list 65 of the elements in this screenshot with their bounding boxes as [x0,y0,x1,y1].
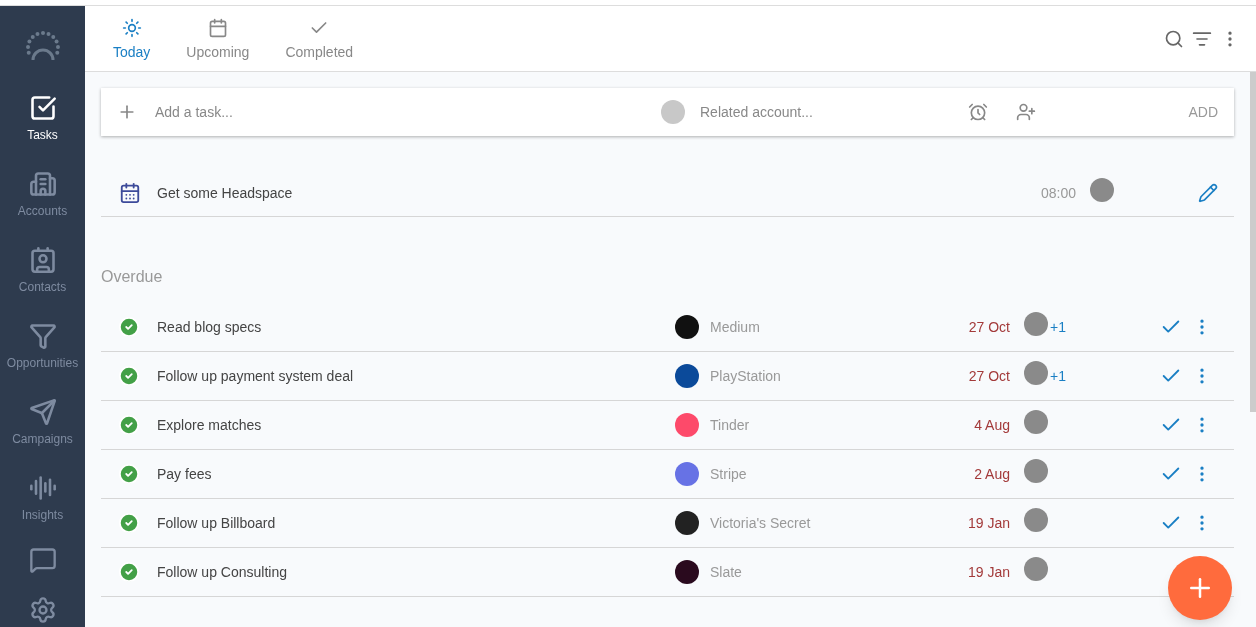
task-title: Read blog specs [157,317,263,337]
sidebar-item[interactable]: Insights [0,470,85,546]
avatar [1024,409,1048,434]
section-heading: Overdue [101,267,164,287]
search-icon[interactable] [1164,28,1184,49]
avatar [1024,507,1048,532]
calendar-icon [207,18,228,38]
account-name: Medium [710,317,761,337]
sound-wave-icon [28,474,57,502]
due-date: 2 Aug [973,464,1010,484]
sidebar-item[interactable]: Campaigns [0,394,85,470]
due-date: 19 Jan [966,513,1010,533]
task-title: Pay fees [157,464,213,484]
check-circle-icon[interactable] [118,463,140,485]
funnel-icon [28,322,57,350]
task-time: 08:00 [1040,183,1076,203]
task-title: Follow up Billboard [157,513,277,533]
check-circle-icon[interactable] [118,561,140,583]
avatar [1090,177,1114,202]
sidebar-item[interactable]: Contacts [0,242,85,318]
account-name: Stripe [710,464,748,484]
avatar [1024,556,1048,581]
account-name: Tinder [710,415,751,435]
contact-card-icon [28,246,57,274]
avatar [1024,458,1048,483]
chat-icon[interactable] [28,546,57,574]
sidebar-item[interactable]: Tasks [0,90,85,166]
tab[interactable]: Completed [273,18,366,71]
settings-icon[interactable] [28,596,57,624]
task-input[interactable]: Add a task... [155,101,655,123]
account-placeholder-icon [661,100,685,124]
account-name: Slate [710,562,743,582]
avatar [1024,311,1048,336]
extra-assignees: +1 [1050,318,1066,335]
task-title: Follow up payment system deal [157,366,355,386]
task-title: Follow up Consulting [157,562,288,582]
check-circle-icon[interactable] [118,512,140,534]
check-circle-icon[interactable] [118,365,140,387]
add-fab[interactable] [1168,556,1232,620]
check-circle-icon[interactable] [118,414,140,436]
account-input[interactable]: Related account... [700,101,960,123]
task-title: Get some Headspace [157,183,294,203]
checkbox-icon [28,94,57,122]
task-title: Explore matches [157,415,263,435]
sun-icon [121,18,142,38]
building-icon [28,170,57,198]
due-date: 27 Oct [967,317,1010,337]
add-person-icon[interactable] [1016,102,1036,122]
due-date: 19 Jan [966,562,1010,582]
due-date: 4 Aug [973,415,1010,435]
due-date: 27 Oct [967,366,1010,386]
tab[interactable]: Upcoming [174,18,262,71]
account-name: PlayStation [710,366,782,386]
account-name: Victoria's Secret [710,513,812,533]
alarm-clock-icon[interactable] [968,102,988,122]
check-circle-icon[interactable] [118,316,140,338]
extra-assignees: +1 [1050,367,1066,384]
send-icon [28,398,57,426]
sidebar-item[interactable]: Opportunities [0,318,85,394]
calendar-icon [119,182,141,204]
sidebar-item[interactable]: Accounts [0,166,85,242]
edit-icon[interactable] [1198,183,1218,203]
avatar [1024,360,1048,385]
tab[interactable]: Today [101,18,163,71]
add-button[interactable]: ADD [1188,101,1218,123]
